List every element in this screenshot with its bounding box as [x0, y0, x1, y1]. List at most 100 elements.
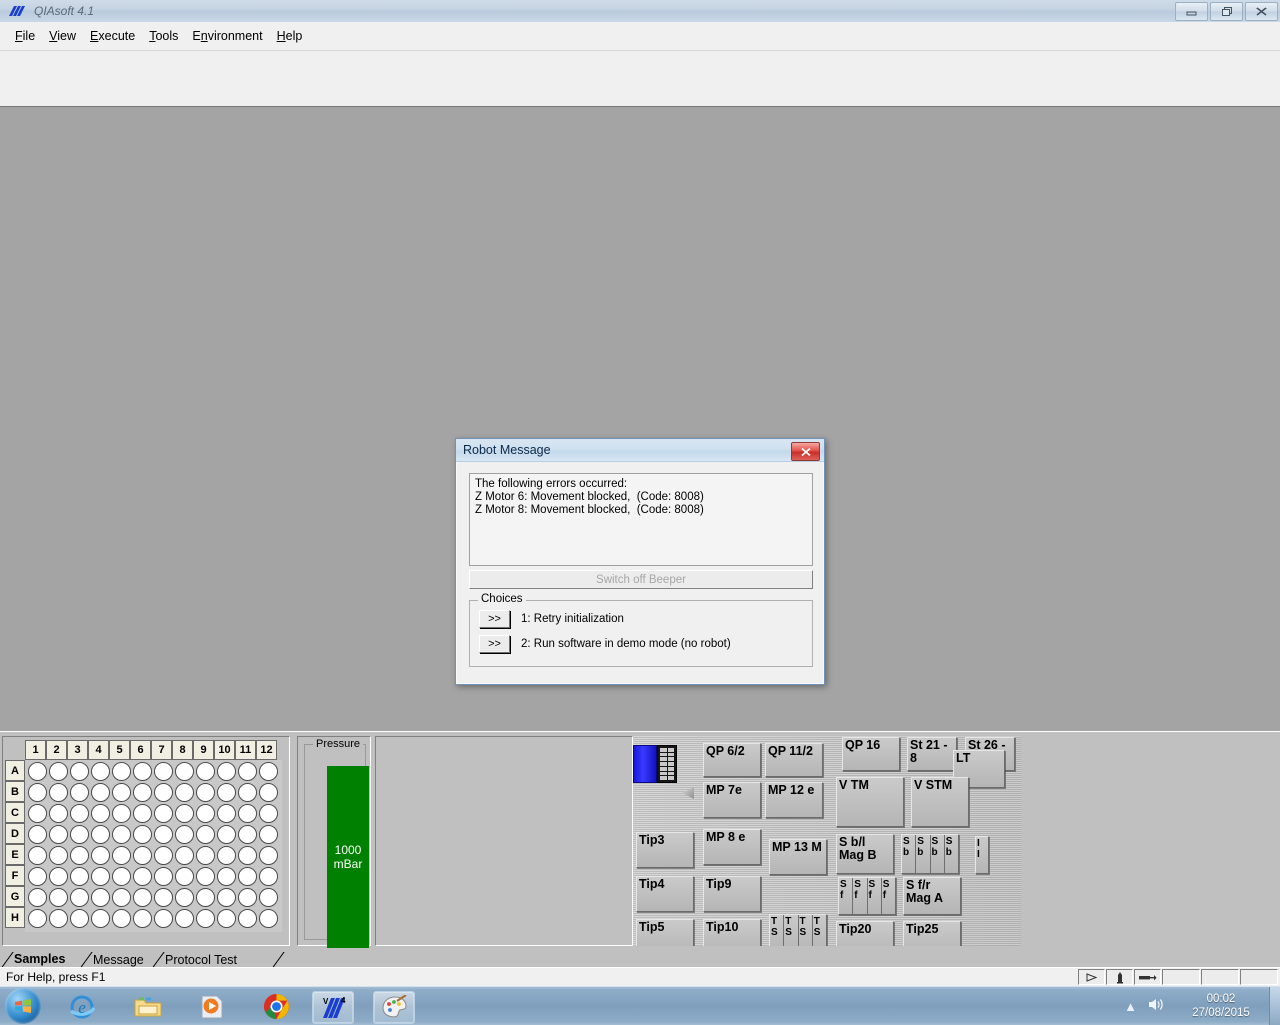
media-player-icon[interactable] — [192, 991, 232, 1022]
worktable-item-mp-8-e[interactable]: MP 8 e — [703, 829, 761, 865]
plate-well-E5[interactable] — [111, 845, 132, 866]
switch-off-beeper-button[interactable]: Switch off Beeper — [469, 570, 813, 589]
plate-well-D6[interactable] — [132, 824, 153, 845]
plate-well-D3[interactable] — [69, 824, 90, 845]
plate-well-H1[interactable] — [27, 908, 48, 929]
plate-row-header[interactable]: A — [5, 760, 25, 781]
plate-well-G5[interactable] — [111, 887, 132, 908]
plate-row-header[interactable]: G — [5, 886, 25, 907]
show-desktop-button[interactable] — [1269, 987, 1280, 1025]
plate-well-H9[interactable] — [195, 908, 216, 929]
worktable-item-qp-11-2[interactable]: QP 11/2 — [765, 743, 823, 777]
plate-well-A9[interactable] — [195, 761, 216, 782]
close-button[interactable] — [1245, 2, 1278, 21]
plate-well-G11[interactable] — [237, 887, 258, 908]
menu-environment[interactable]: Environment — [185, 26, 269, 46]
plate-column-header[interactable]: 10 — [214, 740, 235, 760]
menu-execute[interactable]: Execute — [83, 26, 142, 46]
plate-well-A10[interactable] — [216, 761, 237, 782]
worktable-item-tip9[interactable]: Tip9 — [703, 876, 761, 912]
menu-help[interactable]: Help — [270, 26, 310, 46]
plate-well-E8[interactable] — [174, 845, 195, 866]
strip-slot[interactable]: S f — [853, 878, 868, 914]
plate-well-F4[interactable] — [90, 866, 111, 887]
plate-well-G10[interactable] — [216, 887, 237, 908]
plate-row-header[interactable]: B — [5, 781, 25, 802]
plate-well-B3[interactable] — [69, 782, 90, 803]
plate-well-G8[interactable] — [174, 887, 195, 908]
plate-row-header[interactable]: C — [5, 802, 25, 823]
plate-well-G6[interactable] — [132, 887, 153, 908]
strip-slot[interactable]: T S — [813, 915, 826, 946]
menu-file[interactable]: File — [8, 26, 42, 46]
plate-well-F6[interactable] — [132, 866, 153, 887]
worktable-item-v-tm[interactable]: V TM — [836, 777, 904, 827]
plate-row-header[interactable]: D — [5, 823, 25, 844]
plate-well-C4[interactable] — [90, 803, 111, 824]
plate-well-D1[interactable] — [27, 824, 48, 845]
worktable-strip-rack-3[interactable]: T ST ST ST S — [769, 914, 827, 946]
plate-well-F12[interactable] — [258, 866, 279, 887]
strip-slot[interactable]: S f — [868, 878, 882, 914]
plate-well-H12[interactable] — [258, 908, 279, 929]
qiasoft-app-icon[interactable]: V 4 — [312, 991, 354, 1024]
plate-well-B10[interactable] — [216, 782, 237, 803]
statusbar-run-indicator[interactable] — [1078, 969, 1105, 985]
plate-well-E9[interactable] — [195, 845, 216, 866]
plate-well-G3[interactable] — [69, 887, 90, 908]
worktable-item-tip4[interactable]: Tip4 — [636, 876, 694, 912]
plate-column-header[interactable]: 5 — [109, 740, 130, 760]
worktable-item-tip20[interactable]: Tip20 — [836, 921, 894, 946]
plate-well-D7[interactable] — [153, 824, 174, 845]
worktable-strip-rack-1[interactable]: S bS bS bS b — [901, 834, 959, 874]
plate-well-A7[interactable] — [153, 761, 174, 782]
plate-well-B8[interactable] — [174, 782, 195, 803]
worktable-item-v-stm[interactable]: V STM — [911, 777, 969, 827]
plate-well-B11[interactable] — [237, 782, 258, 803]
internet-explorer-icon[interactable]: e — [62, 991, 102, 1022]
minimize-button[interactable] — [1175, 2, 1208, 21]
plate-well-H8[interactable] — [174, 908, 195, 929]
plate-well-H2[interactable] — [48, 908, 69, 929]
taskbar-clock[interactable]: 00:02 27/08/2015 — [1175, 992, 1267, 1020]
plate-well-D11[interactable] — [237, 824, 258, 845]
plate-well-H4[interactable] — [90, 908, 111, 929]
plate-well-B2[interactable] — [48, 782, 69, 803]
plate-well-E6[interactable] — [132, 845, 153, 866]
plate-well-E10[interactable] — [216, 845, 237, 866]
plate-well-A1[interactable] — [27, 761, 48, 782]
strip-slot[interactable]: T S — [799, 915, 813, 946]
plate-well-C3[interactable] — [69, 803, 90, 824]
plate-column-header[interactable]: 3 — [67, 740, 88, 760]
plate-column-header[interactable]: 11 — [235, 740, 256, 760]
plate-well-G2[interactable] — [48, 887, 69, 908]
strip-slot[interactable]: S b — [931, 835, 945, 873]
plate-well-C5[interactable] — [111, 803, 132, 824]
worktable-item-mp-12-e[interactable]: MP 12 e — [765, 782, 823, 818]
menu-view[interactable]: View — [42, 26, 83, 46]
plate-row-header[interactable]: E — [5, 844, 25, 865]
plate-well-B1[interactable] — [27, 782, 48, 803]
plate-well-G12[interactable] — [258, 887, 279, 908]
plate-well-C12[interactable] — [258, 803, 279, 824]
statusbar-transfer-indicator[interactable] — [1134, 969, 1161, 985]
tray-chevron-icon[interactable]: ▲ — [1124, 999, 1137, 1014]
choice-2-button[interactable]: >> — [479, 635, 510, 653]
plate-column-header[interactable]: 7 — [151, 740, 172, 760]
file-explorer-icon[interactable] — [128, 991, 168, 1022]
plate-well-C6[interactable] — [132, 803, 153, 824]
plate-well-H11[interactable] — [237, 908, 258, 929]
plate-well-F5[interactable] — [111, 866, 132, 887]
plate-well-E1[interactable] — [27, 845, 48, 866]
worktable-item-tip25[interactable]: Tip25 — [903, 921, 961, 946]
plate-well-F11[interactable] — [237, 866, 258, 887]
plate-well-B12[interactable] — [258, 782, 279, 803]
plate-well-C2[interactable] — [48, 803, 69, 824]
plate-well-C9[interactable] — [195, 803, 216, 824]
plate-row-header[interactable]: F — [5, 865, 25, 886]
plate-well-A12[interactable] — [258, 761, 279, 782]
worktable-layout[interactable]: QP 6/2 QP 11/2 QP 16 St 21 - 8 St 26 - LT MP 7… — [633, 736, 1021, 946]
plate-well-F9[interactable] — [195, 866, 216, 887]
plate-column-header[interactable]: 8 — [172, 740, 193, 760]
worktable-item-tip5[interactable]: Tip5 — [636, 919, 694, 946]
